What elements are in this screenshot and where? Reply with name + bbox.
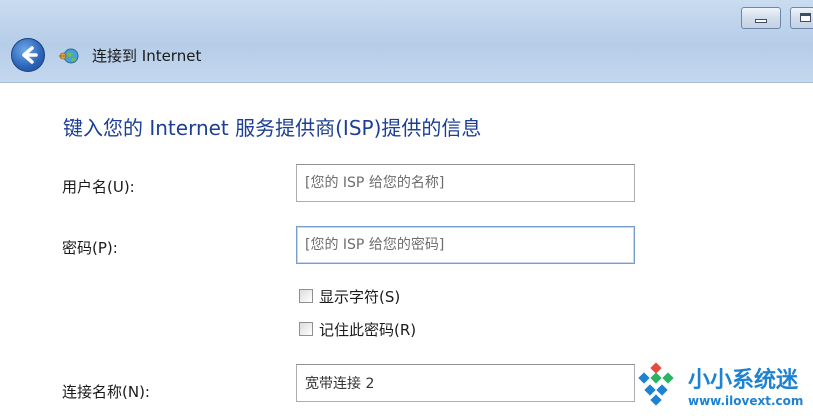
password-input[interactable] xyxy=(296,226,635,264)
password-label: 密码(P): xyxy=(62,239,118,257)
connection-name-input[interactable] xyxy=(296,364,635,402)
network-globe-icon xyxy=(59,48,79,64)
back-button[interactable] xyxy=(11,38,45,72)
remember-password-option[interactable]: 记住此密码(R) xyxy=(299,319,416,339)
back-arrow-icon xyxy=(22,46,38,64)
maximize-button[interactable] xyxy=(790,7,813,29)
watermark: 小小系统迷 www.ilovext.com xyxy=(618,352,813,419)
watermark-logo xyxy=(638,362,674,406)
show-characters-option[interactable]: 显示字符(S) xyxy=(299,286,400,306)
show-characters-label: 显示字符(S) xyxy=(319,287,401,306)
remember-password-label: 记住此密码(R) xyxy=(319,320,417,339)
maximize-icon xyxy=(800,13,811,22)
page-heading: 键入您的 Internet 服务提供商(ISP)提供的信息 xyxy=(63,116,482,140)
show-characters-checkbox[interactable] xyxy=(299,289,313,303)
window-title: 连接到 Internet xyxy=(92,47,202,65)
username-input[interactable] xyxy=(296,164,635,202)
remember-password-checkbox[interactable] xyxy=(299,322,313,336)
connection-name-label: 连接名称(N): xyxy=(62,383,150,401)
username-label: 用户名(U): xyxy=(62,178,135,196)
watermark-url: www.ilovext.com xyxy=(688,394,804,408)
watermark-name: 小小系统迷 xyxy=(688,368,799,393)
minimize-icon xyxy=(755,19,767,23)
minimize-button[interactable] xyxy=(741,7,781,29)
title-bar xyxy=(0,0,813,83)
